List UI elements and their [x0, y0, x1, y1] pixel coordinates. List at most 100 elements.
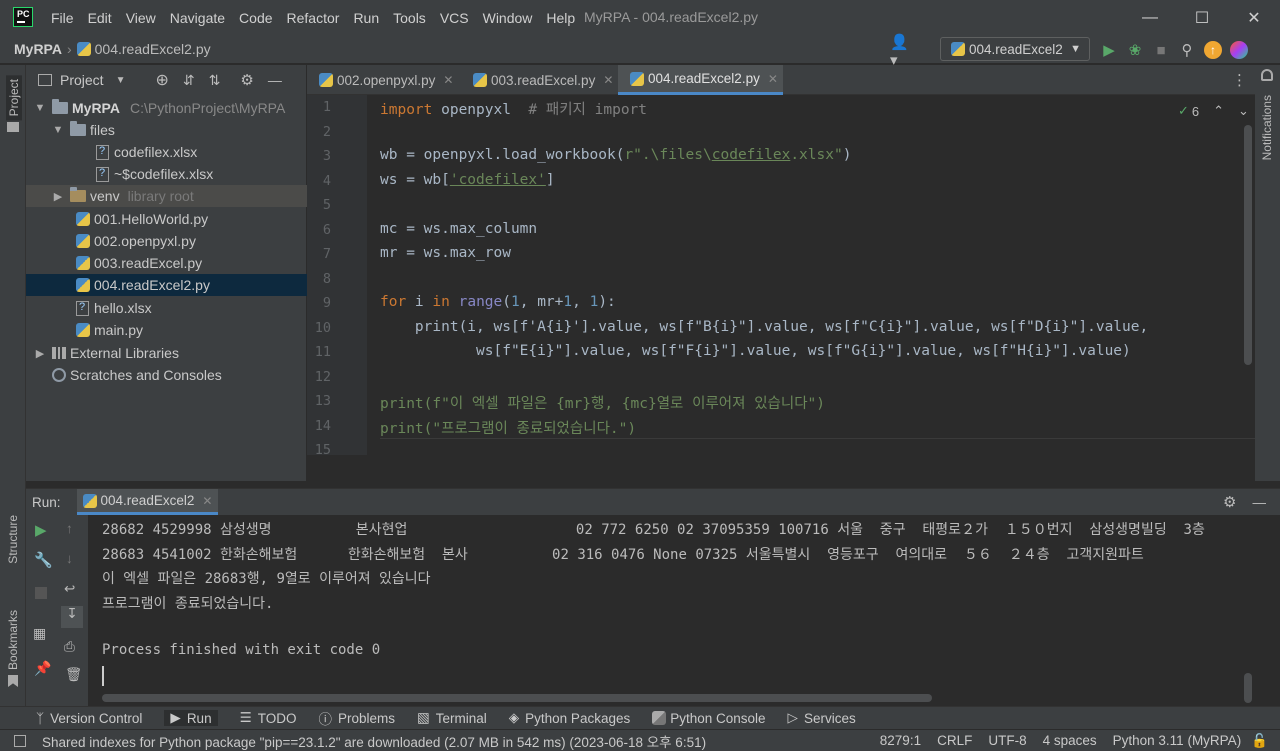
- tool-python-console[interactable]: Python Console: [652, 711, 766, 726]
- minimize-icon[interactable]: —: [1124, 3, 1176, 33]
- update-icon[interactable]: ↑: [1200, 37, 1226, 63]
- more-icon[interactable]: ⋮: [1232, 71, 1247, 89]
- tree-item-codefilex[interactable]: codefilex.xlsx: [26, 141, 307, 163]
- status-toggle-icon[interactable]: [14, 734, 26, 747]
- scroll-to-end-icon[interactable]: ↧: [61, 606, 83, 628]
- tree-item-root[interactable]: ▼ MyRPA C:\PythonProject\MyRPA: [26, 97, 307, 119]
- chevron-up-icon[interactable]: ⌃: [1213, 103, 1224, 119]
- rerun-icon[interactable]: ▶: [35, 521, 47, 539]
- expand-all-icon[interactable]: ⇵: [183, 72, 195, 89]
- tool-problems[interactable]: ⓘ Problems: [318, 708, 395, 728]
- chevron-down-icon[interactable]: ▼: [116, 75, 126, 86]
- menu-code[interactable]: Code: [239, 10, 272, 26]
- tool-todo[interactable]: ☰ TODO: [240, 710, 297, 726]
- tree-item-main[interactable]: main.py: [26, 319, 307, 341]
- menu-file[interactable]: File: [51, 10, 74, 26]
- notifications-stripe-button[interactable]: Notifications: [1260, 95, 1274, 160]
- line-separator[interactable]: CRLF: [937, 733, 972, 748]
- close-icon[interactable]: ✕: [1228, 3, 1280, 33]
- user-icon[interactable]: 👤▾: [890, 34, 916, 69]
- tool-run[interactable]: ▶ Run: [164, 710, 218, 726]
- jetbrains-logo-icon[interactable]: [1226, 37, 1252, 63]
- layout-icon[interactable]: ▦: [33, 625, 46, 642]
- menu-navigate[interactable]: Navigate: [170, 10, 225, 26]
- structure-stripe-button[interactable]: Structure: [6, 515, 20, 564]
- tree-item-scratches[interactable]: Scratches and Consoles: [26, 364, 307, 386]
- gear-icon[interactable]: ⚙: [240, 71, 253, 89]
- menu-tools[interactable]: Tools: [393, 10, 426, 26]
- project-stripe-button[interactable]: Project: [6, 75, 22, 121]
- menu-vcs[interactable]: VCS: [440, 10, 469, 26]
- locate-icon[interactable]: ⊕: [155, 70, 168, 90]
- chevron-down-icon[interactable]: ▼: [52, 124, 64, 136]
- trash-icon[interactable]: 🗑: [65, 667, 82, 683]
- soft-wrap-icon[interactable]: ↩: [64, 581, 75, 597]
- tab-003-readexcel[interactable]: 003.readExcel.py ✕: [461, 65, 618, 95]
- tree-item-files[interactable]: ▼ files: [26, 119, 307, 141]
- chevron-down-icon[interactable]: ⌄: [1238, 103, 1249, 119]
- menu-refactor[interactable]: Refactor: [287, 10, 340, 26]
- close-tab-icon[interactable]: ✕: [768, 72, 778, 86]
- code-token: (: [502, 294, 511, 310]
- wrench-icon[interactable]: 🔧: [34, 551, 53, 569]
- tree-item-hello-xlsx[interactable]: hello.xlsx: [26, 297, 307, 319]
- menu-edit[interactable]: Edit: [88, 10, 112, 26]
- file-encoding[interactable]: UTF-8: [988, 733, 1026, 748]
- tab-004-readexcel2[interactable]: 004.readExcel2.py ✕: [618, 65, 783, 95]
- debug-icon[interactable]: ❀: [1122, 37, 1148, 63]
- bookmarks-stripe-button[interactable]: Bookmarks: [6, 610, 20, 670]
- chevron-right-icon[interactable]: ▶: [52, 190, 64, 203]
- stop-icon[interactable]: [35, 587, 47, 599]
- tree-item-external-libraries[interactable]: ▶ External Libraries: [26, 342, 307, 364]
- run-config-select[interactable]: 004.readExcel2 ▼: [940, 37, 1090, 61]
- stop-icon[interactable]: ■: [1148, 37, 1174, 63]
- indent-setting[interactable]: 4 spaces: [1043, 733, 1097, 748]
- lock-icon[interactable]: 🔓: [1251, 733, 1268, 749]
- hide-icon[interactable]: —: [1253, 495, 1267, 510]
- tree-item-py1[interactable]: 001.HelloWorld.py: [26, 208, 307, 230]
- search-icon[interactable]: ⚲: [1174, 37, 1200, 63]
- run-config-tab[interactable]: 004.readExcel2 ✕: [76, 489, 219, 515]
- tree-item-py3[interactable]: 003.readExcel.py: [26, 252, 307, 274]
- console-output[interactable]: 28682 4529998 삼성생명 본사현업 02 772 6250 02 3…: [102, 515, 1280, 711]
- console-vertical-scrollbar[interactable]: [1244, 673, 1252, 703]
- caret-position[interactable]: 8279:1: [880, 733, 921, 748]
- menu-help[interactable]: Help: [546, 10, 575, 26]
- tree-item-temp-codefilex[interactable]: ~$codefilex.xlsx: [26, 163, 307, 185]
- console-horizontal-scrollbar[interactable]: [102, 694, 932, 702]
- menu-view[interactable]: View: [126, 10, 156, 26]
- tool-terminal[interactable]: ▧ Terminal: [417, 710, 487, 726]
- gear-icon[interactable]: ⚙: [1223, 493, 1236, 511]
- close-tab-icon[interactable]: ✕: [443, 73, 453, 87]
- inspection-widget[interactable]: ✓ 6 ⌃ ⌄: [1178, 103, 1249, 119]
- close-tab-icon[interactable]: ✕: [202, 494, 212, 508]
- arrow-up-icon[interactable]: ↑: [66, 521, 73, 536]
- python-interpreter[interactable]: Python 3.11 (MyRPA): [1113, 733, 1242, 748]
- menu-window[interactable]: Window: [483, 10, 533, 26]
- maximize-icon[interactable]: ☐: [1176, 3, 1228, 33]
- close-tab-icon[interactable]: ✕: [603, 73, 613, 87]
- tool-version-control[interactable]: ᛉ Version Control: [36, 711, 142, 726]
- run-icon[interactable]: ▶: [1096, 37, 1122, 63]
- hide-icon[interactable]: —: [268, 72, 282, 88]
- menu-run[interactable]: Run: [353, 10, 379, 26]
- chevron-down-icon[interactable]: ▼: [34, 102, 46, 114]
- terminal-icon: ▧: [416, 710, 430, 725]
- editor-scrollbar[interactable]: [1244, 125, 1252, 365]
- code-editor[interactable]: import openpyxl # 패키지 import wb = openpy…: [380, 95, 1250, 455]
- project-panel-title[interactable]: Project: [60, 72, 104, 88]
- tool-python-packages[interactable]: ◈ Python Packages: [509, 710, 630, 726]
- tree-item-py4[interactable]: 004.readExcel2.py: [26, 274, 307, 296]
- tool-services[interactable]: ▷ Services: [788, 710, 856, 726]
- arrow-down-icon[interactable]: ↓: [66, 551, 73, 566]
- chevron-right-icon[interactable]: ▶: [34, 347, 46, 360]
- status-message[interactable]: Shared indexes for Python package "pip==…: [42, 731, 706, 751]
- breadcrumb-file[interactable]: 004.readExcel2.py: [95, 41, 211, 57]
- collapse-all-icon[interactable]: ⇅: [209, 72, 221, 89]
- pin-icon[interactable]: 📌: [34, 660, 51, 677]
- tree-item-py2[interactable]: 002.openpyxl.py: [26, 230, 307, 252]
- tab-002-openpyxl[interactable]: 002.openpyxl.py ✕: [307, 65, 461, 95]
- breadcrumb-project[interactable]: MyRPA: [14, 41, 62, 57]
- print-icon[interactable]: ⎙: [64, 639, 75, 655]
- tree-item-venv[interactable]: ▶ venv library root: [26, 185, 307, 207]
